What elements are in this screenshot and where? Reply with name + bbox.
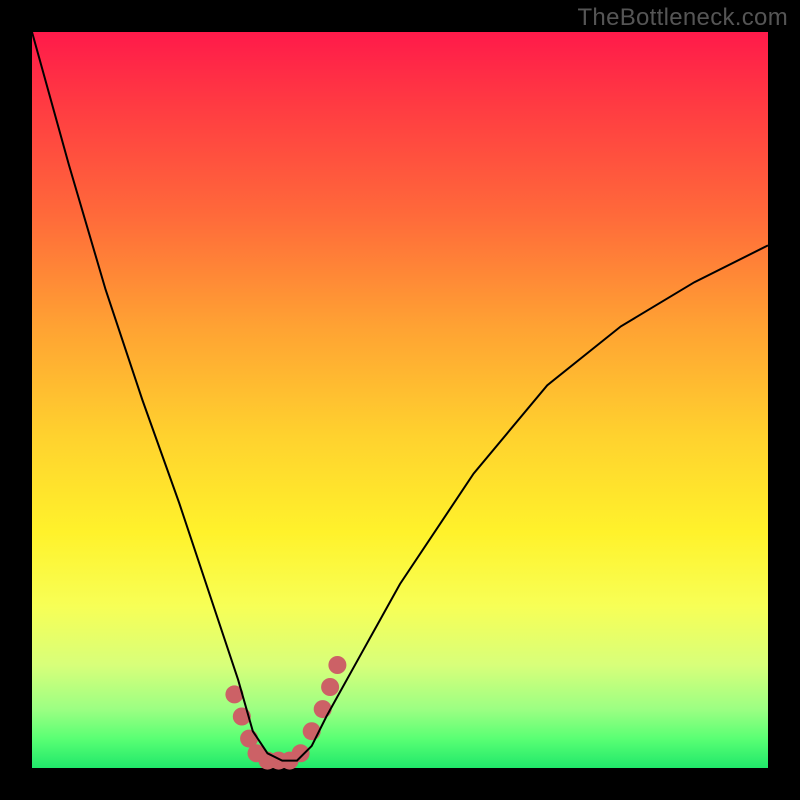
chart-svg xyxy=(32,32,768,768)
curve-path xyxy=(32,32,768,761)
plot-area xyxy=(32,32,768,768)
data-marker xyxy=(328,656,346,674)
data-marker xyxy=(321,678,339,696)
data-marker xyxy=(314,700,332,718)
chart-frame: TheBottleneck.com xyxy=(0,0,800,800)
watermark-text: TheBottleneck.com xyxy=(577,4,788,32)
